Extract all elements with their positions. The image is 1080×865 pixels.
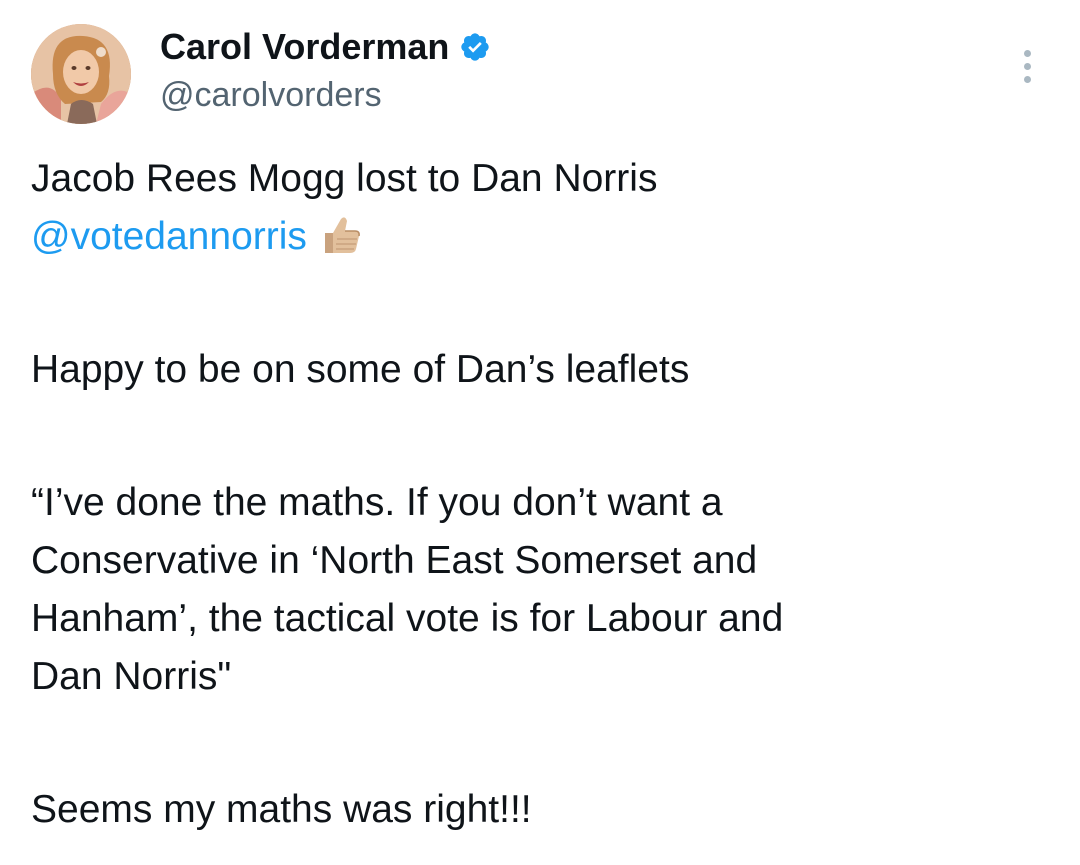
mention-link[interactable]: @votedannorris xyxy=(31,215,307,258)
tweet-line: “I’ve done the maths. If you don’t want … xyxy=(31,481,723,524)
tweet-line: Jacob Rees Mogg lost to Dan Norris xyxy=(31,157,658,200)
thumbs-up-icon xyxy=(315,211,363,259)
more-dot xyxy=(1023,49,1031,57)
tweet-text: Jacob Rees Mogg lost to Dan Norris @vote… xyxy=(31,150,1031,839)
tweet-line-mention: @votedannorris xyxy=(31,208,1031,266)
author-display-name[interactable]: Carol Vorderman xyxy=(160,24,449,70)
more-dot xyxy=(1023,62,1031,70)
tweet-line: Happy to be on some of Dan’s leaflets xyxy=(31,348,690,391)
tweet-line: Dan Norris" xyxy=(31,655,232,698)
avatar[interactable] xyxy=(31,24,131,124)
tweet-line: Hanham’, the tactical vote is for Labour… xyxy=(31,597,784,640)
tweet-line: Seems my maths was right!!! xyxy=(31,788,532,831)
author-name-row: Carol Vorderman xyxy=(160,24,491,70)
more-options-icon[interactable] xyxy=(1012,44,1042,88)
verified-badge-icon xyxy=(459,31,491,63)
tweet: Carol Vorderman @carolvorders Jacob Rees… xyxy=(0,0,1080,865)
more-dot xyxy=(1023,75,1031,83)
author-handle[interactable]: @carolvorders xyxy=(160,74,382,116)
tweet-line: Conservative in ‘North East Somerset and xyxy=(31,539,758,582)
avatar-image xyxy=(31,24,131,124)
